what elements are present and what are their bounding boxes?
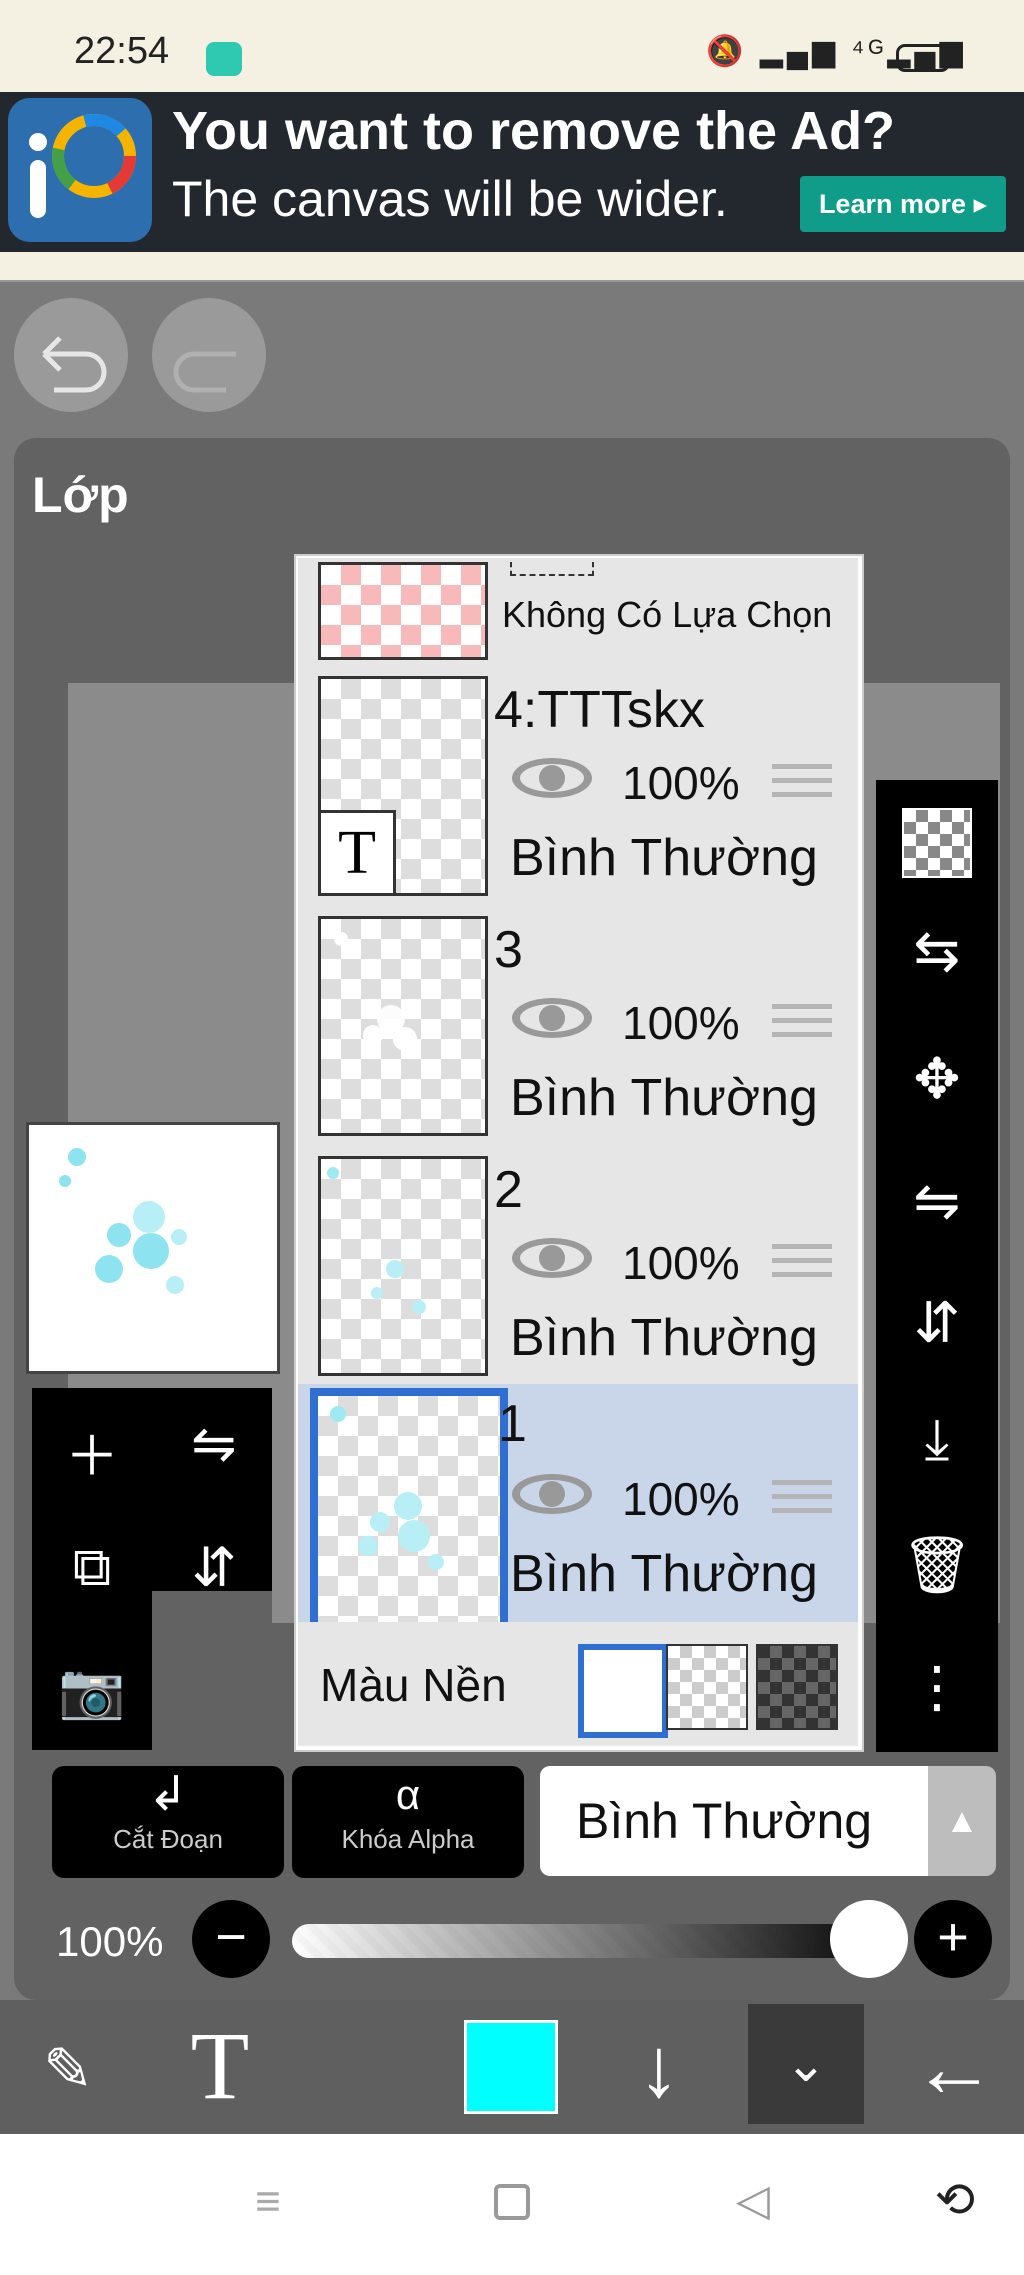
bg-checker-swatch[interactable] (666, 1644, 748, 1730)
panel-cutout (152, 1591, 272, 1751)
layer-row[interactable]: T 4:TTTskx 100% Bình Thường (298, 664, 858, 907)
lock-icon: α (395, 1771, 421, 1818)
layer-blend-mode: Bình Thường (510, 829, 818, 887)
undo-button[interactable] (14, 298, 128, 412)
clipping-icon: ↲ (147, 1768, 189, 1821)
redo-button[interactable] (152, 298, 266, 412)
redo-icon (173, 351, 236, 393)
undo-icon (42, 336, 107, 393)
layer-opacity: 100% (622, 1237, 740, 1289)
layer-row[interactable]: 3 100% Bình Thường (298, 904, 858, 1147)
text-layer-icon: T (321, 810, 396, 893)
layer-name: 3 (494, 921, 523, 979)
layer-thumbnail (318, 1156, 488, 1376)
battery-icon (896, 44, 950, 72)
drag-handle-icon[interactable] (772, 998, 832, 1046)
ad-divider (0, 252, 1024, 282)
eye-icon[interactable] (510, 1234, 594, 1282)
layer-thumbnail (318, 916, 488, 1136)
layer-thumbnail (310, 1388, 508, 1632)
alpha-lock-button[interactable]: α Khóa Alpha (292, 1766, 524, 1878)
layer-name: 4:TTTskx (494, 681, 705, 739)
more-options-icon[interactable]: ⋮ (876, 1654, 998, 1720)
transparency-icon[interactable] (902, 808, 972, 878)
selection-thumbnail (318, 562, 488, 660)
panel-title: Lớp (32, 467, 129, 523)
add-copy-layer-button[interactable]: ⧉ (42, 1536, 142, 1599)
eye-icon[interactable] (510, 1470, 594, 1518)
opacity-slider[interactable] (292, 1924, 892, 1958)
menu-icon[interactable]: ≡ (246, 2180, 290, 2224)
back-arrow-icon[interactable]: ← (904, 2022, 1004, 2112)
layer-name: 2 (494, 1161, 523, 1219)
selection-marquee-icon (510, 562, 594, 576)
clipping-button[interactable]: ↲ Cắt Đoạn (52, 1766, 284, 1878)
down-arrow-icon[interactable]: ↓ (618, 2022, 700, 2112)
layer-opacity: 100% (622, 1473, 740, 1525)
layer-blend-mode: Bình Thường (510, 1309, 818, 1367)
layer-row[interactable]: 2 100% Bình Thường (298, 1144, 858, 1387)
drag-handle-icon[interactable] (772, 758, 832, 806)
drag-handle-icon[interactable] (772, 1474, 832, 1522)
ibispaint-logo-icon (8, 98, 152, 242)
layer-opacity: 100% (622, 757, 740, 809)
opacity-label: 100% (56, 1918, 164, 1965)
flip-horizontal-icon[interactable]: ⇋ (876, 1168, 998, 1234)
collapse-panel-icon[interactable]: ⌄ (748, 2004, 864, 2124)
flip-vertical-icon[interactable]: ⇵ (876, 1290, 998, 1356)
flip-layer-horizontal-icon[interactable]: ⇋ (164, 1412, 264, 1475)
notification-app-icon (206, 42, 242, 76)
ad-title: You want to remove the Ad? (172, 101, 896, 161)
layer-blend-mode: Bình Thường (510, 1545, 818, 1603)
eye-icon[interactable] (510, 754, 594, 802)
move-icon[interactable]: ✥ (876, 1046, 998, 1112)
canvas-preview[interactable] (26, 1122, 280, 1374)
bg-dark-checker-swatch[interactable] (756, 1644, 838, 1730)
current-color (467, 2023, 555, 2111)
layer-opacity: 100% (622, 997, 740, 1049)
blend-mode-select[interactable]: Bình Thường (540, 1766, 938, 1876)
layer-row-selected[interactable]: 1 100% Bình Thường (298, 1384, 858, 1632)
opacity-slider-knob[interactable] (830, 1900, 908, 1978)
color-picker-swatch[interactable] (464, 2020, 558, 2114)
layer-name: 1 (498, 1395, 527, 1453)
add-layer-button[interactable]: ＋ (42, 1412, 142, 1491)
layer-thumbnail: T (318, 676, 488, 896)
blend-dropdown-arrow-icon[interactable]: ▲ (928, 1766, 996, 1876)
status-time: 22:54 (74, 30, 170, 72)
swap-layer-icon[interactable]: ⇆ (876, 918, 998, 984)
drag-handle-icon[interactable] (772, 1238, 832, 1286)
learn-more-button[interactable]: Learn more ▸ (800, 176, 1006, 232)
flip-layer-vertical-icon[interactable]: ⇵ (164, 1536, 264, 1599)
clipping-label: Cắt Đoạn (113, 1824, 223, 1854)
background-color-label: Màu Nền (320, 1659, 507, 1711)
alpha-lock-label: Khóa Alpha (341, 1824, 475, 1854)
back-nav-icon[interactable]: ◁ (730, 2178, 776, 2224)
trash-icon[interactable]: 🗑 (876, 1532, 998, 1598)
opacity-decrease-button[interactable]: − (192, 1900, 270, 1978)
camera-icon[interactable]: 📷 (42, 1660, 142, 1723)
layer-blend-mode: Bình Thường (510, 1069, 818, 1127)
merge-down-icon[interactable]: ⤓ (876, 1406, 998, 1473)
selection-label: Không Có Lựa Chọn (502, 594, 833, 635)
eye-icon[interactable] (510, 994, 594, 1042)
text-tool-icon[interactable]: T (172, 2016, 268, 2116)
rotate-screen-icon[interactable]: ⟲ (930, 2176, 980, 2226)
selection-layer-row[interactable]: Không Có Lựa Chọn (298, 558, 858, 667)
ad-subtitle: The canvas will be wider. (172, 171, 728, 227)
opacity-increase-button[interactable]: + (914, 1900, 992, 1978)
home-icon[interactable] (494, 2184, 530, 2220)
bg-white-swatch[interactable] (578, 1644, 668, 1738)
brush-eraser-icon[interactable]: ✎ (24, 2026, 112, 2114)
